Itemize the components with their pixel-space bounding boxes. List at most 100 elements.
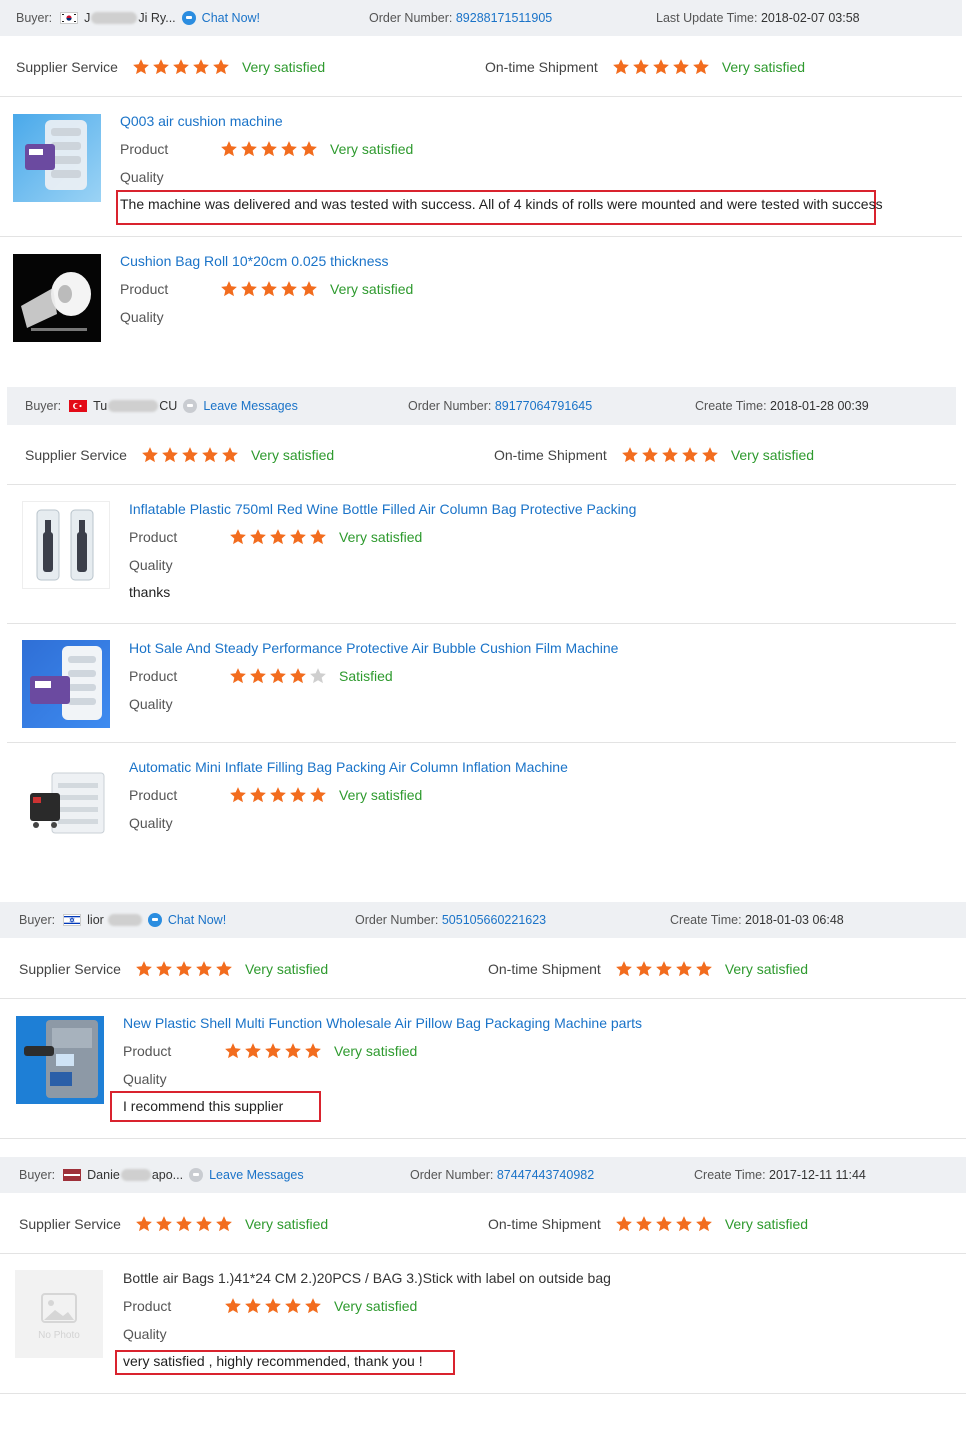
israel-flag-icon bbox=[63, 914, 82, 926]
message-icon[interactable] bbox=[189, 1168, 204, 1182]
star-filled-icon bbox=[290, 529, 306, 545]
leave-messages-link[interactable]: Leave Messages bbox=[209, 1168, 304, 1182]
product-image[interactable] bbox=[13, 114, 101, 202]
chat-icon[interactable] bbox=[181, 11, 196, 25]
order-header: Buyer: J Ji Ry... Chat Now! Order Number… bbox=[0, 0, 962, 36]
order-number-link[interactable]: 89177064791645 bbox=[495, 399, 592, 413]
product-title-link[interactable]: Q003 air cushion machine bbox=[120, 113, 283, 129]
buyer-name-start: Tu bbox=[93, 399, 108, 413]
chat-now-link[interactable]: Chat Now! bbox=[202, 11, 260, 25]
product-title-link[interactable]: Inflatable Plastic 750ml Red Wine Bottle… bbox=[129, 501, 636, 517]
quality-label: Quality bbox=[123, 1326, 167, 1342]
product-image[interactable] bbox=[22, 501, 110, 589]
image-placeholder-icon bbox=[41, 1293, 77, 1323]
time-label: Last Update Time: bbox=[656, 11, 758, 25]
star-filled-icon bbox=[612, 59, 629, 75]
star-filled-icon bbox=[655, 961, 672, 977]
review-comment: The machine was delivered and was tested… bbox=[120, 196, 883, 212]
buyer-label: Buyer: bbox=[25, 399, 62, 413]
product-review: Inflatable Plastic 750ml Red Wine Bottle… bbox=[7, 485, 956, 624]
buyer-label: Buyer: bbox=[16, 11, 53, 25]
star-filled-icon bbox=[216, 1216, 232, 1232]
star-filled-icon bbox=[270, 787, 286, 803]
quality-label: Quality bbox=[120, 169, 164, 185]
star-filled-icon bbox=[196, 1216, 212, 1232]
service-ratings: Supplier Service Very satisfied On-time … bbox=[7, 426, 956, 485]
star-filled-icon bbox=[301, 141, 317, 157]
star-filled-icon bbox=[641, 447, 658, 463]
star-filled-icon bbox=[221, 141, 237, 157]
star-filled-icon bbox=[250, 529, 266, 545]
product-image[interactable] bbox=[13, 254, 101, 342]
star-filled-icon bbox=[681, 447, 698, 463]
time-value: 2018-01-03 06:48 bbox=[745, 913, 844, 927]
quality-label: Quality bbox=[129, 696, 173, 712]
star-filled-icon bbox=[270, 529, 286, 545]
star-filled-icon bbox=[310, 529, 326, 545]
quality-label: Quality bbox=[129, 557, 173, 573]
supplier-service-label: Supplier Service bbox=[19, 1216, 121, 1232]
blurred-name bbox=[107, 914, 142, 926]
order-header: Buyer: Tu CU Leave Messages Order Number… bbox=[7, 387, 956, 425]
buyer-name-start: lior bbox=[87, 913, 104, 927]
star-filled-icon bbox=[290, 668, 306, 684]
product-title-link[interactable]: New Plastic Shell Multi Function Wholesa… bbox=[123, 1015, 642, 1031]
star-rating bbox=[135, 1215, 233, 1233]
buyer-name-end: Ji Ry... bbox=[138, 11, 176, 25]
quality-label: Quality bbox=[123, 1071, 167, 1087]
order-header: Buyer: Danie apo... Leave Messages Order… bbox=[0, 1157, 966, 1193]
korea-flag-icon bbox=[60, 12, 79, 24]
chat-now-link[interactable]: Chat Now! bbox=[168, 913, 226, 927]
message-icon[interactable] bbox=[183, 399, 198, 413]
star-filled-icon bbox=[156, 961, 172, 977]
product-title-link[interactable]: Automatic Mini Inflate Filling Bag Packi… bbox=[129, 759, 568, 775]
order-number-label: Order Number: bbox=[410, 1168, 494, 1182]
star-filled-icon bbox=[176, 961, 192, 977]
chat-icon[interactable] bbox=[147, 913, 162, 927]
star-filled-icon bbox=[216, 961, 232, 977]
rating-text: Very satisfied bbox=[244, 961, 329, 977]
product-review: Hot Sale And Steady Performance Protecti… bbox=[7, 624, 956, 743]
star-filled-icon bbox=[222, 447, 238, 463]
time-value: 2018-02-07 03:58 bbox=[760, 11, 860, 25]
ontime-shipment-label: On-time Shipment bbox=[494, 447, 607, 463]
rating-text: Very satisfied bbox=[241, 59, 326, 75]
order-header: Buyer: lior Chat Now! Order Number: 5051… bbox=[0, 902, 966, 938]
product-image[interactable] bbox=[22, 759, 110, 847]
product-review: Automatic Mini Inflate Filling Bag Packi… bbox=[7, 743, 956, 848]
star-filled-icon bbox=[213, 59, 229, 75]
time-label: Create Time: bbox=[670, 913, 742, 927]
product-review: No Photo Bottle air Bags 1.)41*24 CM 2.)… bbox=[0, 1254, 966, 1394]
product-image[interactable] bbox=[16, 1016, 104, 1104]
star-filled-icon bbox=[133, 59, 149, 75]
star-filled-icon bbox=[310, 787, 326, 803]
star-filled-icon bbox=[230, 529, 246, 545]
order-number-link[interactable]: 87447443740982 bbox=[497, 1168, 594, 1182]
order-number-link[interactable]: 505105660221623 bbox=[442, 913, 546, 927]
rating-text: Very satisfied bbox=[721, 59, 806, 75]
order-number-link[interactable]: 89288171511905 bbox=[456, 11, 552, 25]
product-title-link[interactable]: Hot Sale And Steady Performance Protecti… bbox=[129, 640, 618, 656]
turkey-flag-icon bbox=[69, 400, 88, 412]
product-label: Product bbox=[129, 787, 178, 803]
product-title-link[interactable]: Cushion Bag Roll 10*20cm 0.025 thickness bbox=[120, 253, 389, 269]
star-filled-icon bbox=[621, 447, 638, 463]
rating-text: Very satisfied bbox=[724, 961, 809, 977]
star-filled-icon bbox=[281, 281, 297, 297]
leave-messages-link[interactable]: Leave Messages bbox=[203, 399, 298, 413]
product-image[interactable] bbox=[22, 640, 110, 728]
product-title: Bottle air Bags 1.)41*24 CM 2.)20PCS / B… bbox=[123, 1270, 611, 1286]
product-review: Cushion Bag Roll 10*20cm 0.025 thickness… bbox=[0, 237, 962, 358]
service-ratings: Supplier Service Very satisfied On-time … bbox=[0, 1195, 966, 1254]
star-filled-icon bbox=[182, 447, 198, 463]
rating-text: Very satisfied bbox=[330, 281, 414, 297]
star-filled-icon bbox=[193, 59, 209, 75]
ontime-shipment-label: On-time Shipment bbox=[485, 59, 598, 75]
order-number-label: Order Number: bbox=[369, 11, 453, 25]
product-label: Product bbox=[120, 281, 169, 297]
blurred-name bbox=[108, 400, 159, 412]
review-comment: thanks bbox=[129, 584, 171, 600]
no-photo-text: No Photo bbox=[38, 1330, 80, 1341]
star-filled-icon bbox=[290, 787, 306, 803]
buyer-label: Buyer: bbox=[19, 1168, 56, 1182]
